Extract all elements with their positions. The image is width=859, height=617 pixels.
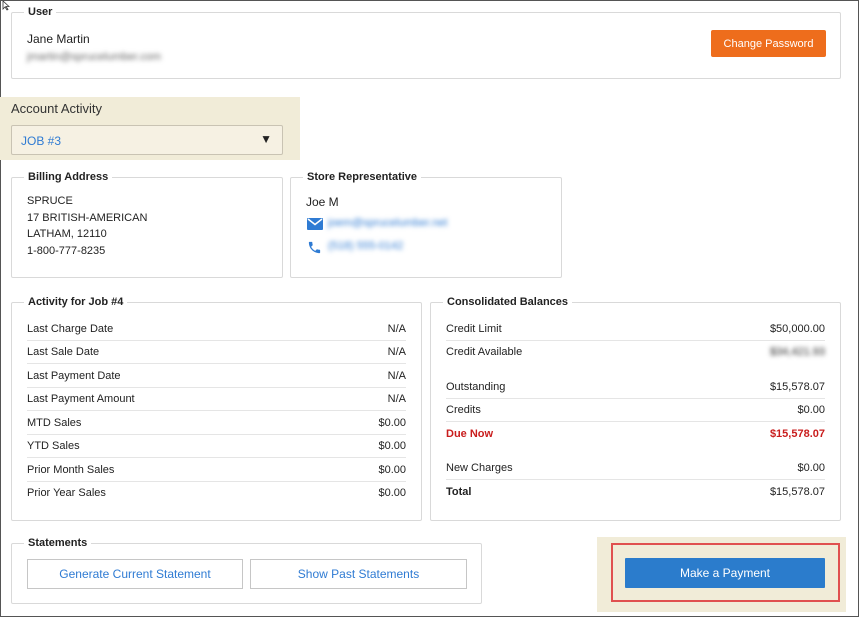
user-legend: User [24,5,57,19]
generate-statement-button[interactable]: Generate Current Statement [27,559,243,589]
caret-down-icon: ▼ [260,132,272,146]
job-select-value: JOB #3 [21,134,62,148]
billing-address-legend: Billing Address [24,170,113,184]
total-row: Total $15,578.07 [446,481,825,504]
activity-row: Last Payment Date N/A [27,365,406,388]
activity-legend: Activity for Job #4 [24,295,128,309]
credit-available-value: $34,421.93 [769,346,825,358]
billing-line-3: LATHAM, 12110 [27,228,107,240]
credits-label: Credits [446,404,481,416]
email-icon [307,218,323,230]
billing-line-1: SPRUCE [27,195,73,207]
store-rep-legend: Store Representative [303,170,422,184]
change-password-button[interactable]: Change Password [711,30,826,57]
activity-row: YTD Sales $0.00 [27,435,406,458]
activity-section: Activity for Job #4 Last Charge Date N/A … [11,295,422,521]
credit-available-label: Credit Available [446,346,523,358]
store-rep-name: Joe M [306,195,339,209]
activity-row-label: Last Sale Date [27,346,100,358]
due-now-label: Due Now [446,428,494,440]
activity-row-value: N/A [387,346,406,358]
activity-row-value: $0.00 [378,417,406,429]
activity-row-value: N/A [387,323,406,335]
past-statements-button[interactable]: Show Past Statements [250,559,467,589]
activity-row: Prior Year Sales $0.00 [27,482,406,505]
store-rep-email-link[interactable]: joem@sprucelumber.net [328,217,447,229]
credits-row: Credits $0.00 [446,399,825,422]
new-charges-value: $0.00 [797,462,825,474]
new-charges-row: New Charges $0.00 [446,457,825,480]
activity-row-label: Last Charge Date [27,323,114,335]
billing-line-2: 17 BRITISH-AMERICAN [27,212,148,224]
activity-row: Prior Month Sales $0.00 [27,459,406,482]
outstanding-label: Outstanding [446,381,506,393]
due-now-value: $15,578.07 [769,428,825,440]
activity-row-value: N/A [387,370,406,382]
activity-row: MTD Sales $0.00 [27,412,406,435]
activity-row: Last Sale Date N/A [27,341,406,364]
phone-icon [308,241,321,254]
activity-row-label: Last Payment Date [27,370,121,382]
new-charges-label: New Charges [446,462,513,474]
user-email: jmartin@sprucelumber.com [27,51,162,63]
due-now-row: Due Now $15,578.07 [446,423,825,446]
activity-row-value: $0.00 [378,487,406,499]
cursor-icon [2,1,10,11]
activity-row: Last Charge Date N/A [27,318,406,341]
account-activity-label: Account Activity [11,101,103,116]
activity-row-value: $0.00 [378,464,406,476]
credit-limit-value: $50,000.00 [769,323,825,335]
activity-row-label: Prior Year Sales [27,487,106,499]
total-label: Total [446,486,472,498]
activity-row-label: Prior Month Sales [27,464,115,476]
user-name: Jane Martin [27,32,90,46]
billing-line-4: 1-800-777-8235 [27,245,106,257]
activity-row-value: N/A [387,393,406,405]
credit-limit-label: Credit Limit [446,323,502,335]
store-rep-phone-link[interactable]: (518) 555-0142 [328,240,403,252]
total-value: $15,578.07 [769,486,825,498]
statements-legend: Statements [24,536,92,550]
outstanding-value: $15,578.07 [769,381,825,393]
activity-row: Last Payment Amount N/A [27,388,406,411]
make-payment-button[interactable]: Make a Payment [625,558,825,588]
credit-available-row: Credit Available $34,421.93 [446,341,825,364]
balances-section: Consolidated Balances Credit Limit $50,00… [430,295,841,521]
credit-limit-row: Credit Limit $50,000.00 [446,318,825,341]
activity-row-label: MTD Sales [27,417,82,429]
activity-row-value: $0.00 [378,440,406,452]
balances-legend: Consolidated Balances [443,295,573,309]
activity-row-label: YTD Sales [27,440,80,452]
credits-value: $0.00 [797,404,825,416]
job-select[interactable]: JOB #3 ▼ [11,125,283,155]
activity-row-label: Last Payment Amount [27,393,135,405]
outstanding-row: Outstanding $15,578.07 [446,376,825,399]
